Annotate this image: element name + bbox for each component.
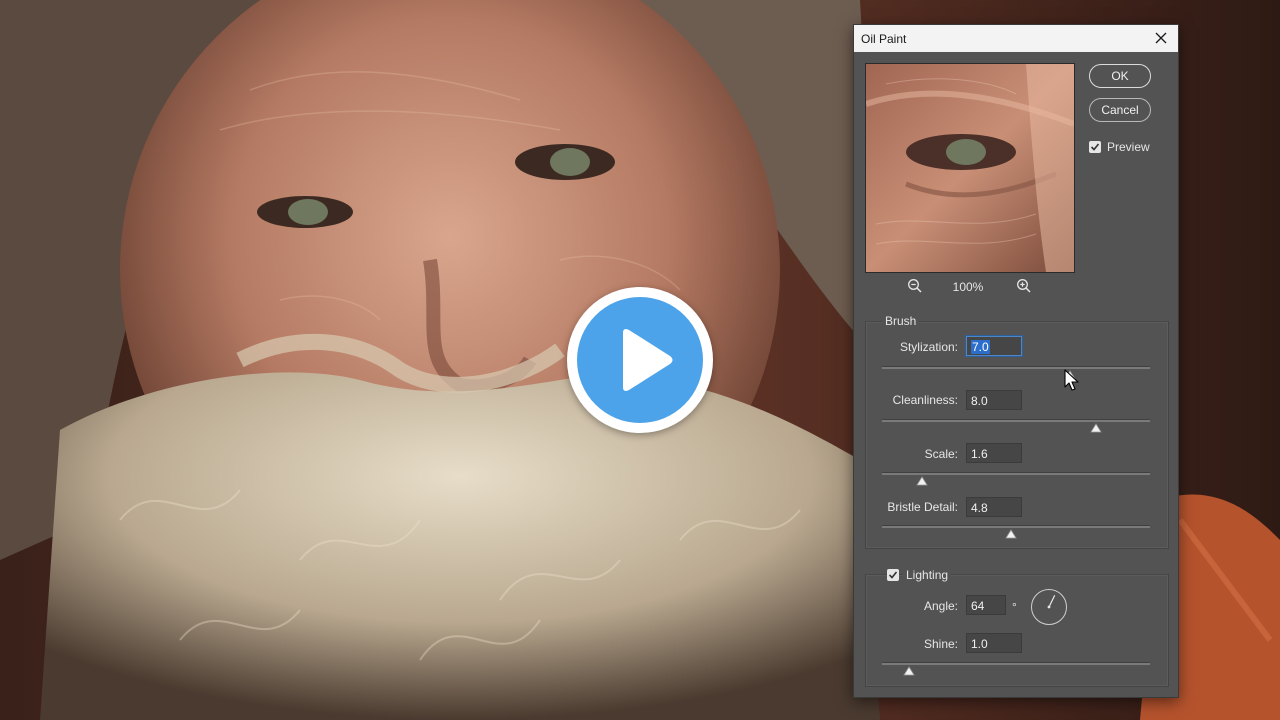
filter-preview-image[interactable]: [865, 63, 1075, 273]
bristle-detail-value: 4.8: [971, 501, 988, 515]
zoom-in-icon[interactable]: [1016, 278, 1032, 294]
video-play-button[interactable]: [567, 287, 713, 433]
bristle-detail-slider-thumb[interactable]: [1004, 529, 1017, 539]
cleanliness-slider-track[interactable]: [882, 419, 1150, 422]
angle-dial[interactable]: [1031, 589, 1067, 625]
dialog-title: Oil Paint: [861, 32, 907, 46]
ok-button[interactable]: OK: [1089, 64, 1151, 88]
angle-input[interactable]: 64: [966, 595, 1006, 615]
lighting-checkbox[interactable]: [887, 569, 899, 581]
bristle-detail-input[interactable]: 4.8: [966, 497, 1022, 517]
brush-group-title: Brush: [882, 314, 920, 328]
shine-slider-track[interactable]: [882, 662, 1150, 665]
checkmark-icon: [1090, 143, 1100, 151]
bristle-detail-label: Bristle Detail:: [887, 500, 958, 514]
angle-value: 64: [971, 599, 985, 613]
shine-slider-thumb[interactable]: [903, 666, 915, 676]
preview-checkbox[interactable]: [1089, 141, 1101, 153]
stylization-input[interactable]: 7.0: [966, 336, 1022, 356]
preview-eye-closeup: [866, 64, 1074, 272]
play-icon: [623, 329, 673, 391]
checkmark-icon: [888, 571, 898, 579]
stylization-slider-thumb[interactable]: [1063, 370, 1076, 380]
cleanliness-input[interactable]: 8.0: [966, 390, 1022, 410]
stylization-label: Stylization:: [899, 340, 958, 354]
preview-label: Preview: [1107, 140, 1150, 154]
angle-dial-needle: [1047, 595, 1056, 609]
scale-label: Scale:: [924, 447, 958, 461]
scale-value: 1.6: [971, 447, 988, 461]
close-icon: [1155, 32, 1167, 44]
cleanliness-slider-thumb[interactable]: [1090, 423, 1103, 433]
shine-input[interactable]: 1.0: [966, 633, 1022, 653]
stylization-slider-track[interactable]: [882, 366, 1150, 369]
dialog-titlebar[interactable]: Oil Paint: [854, 25, 1178, 52]
shine-label: Shine:: [923, 637, 958, 651]
degree-unit: °: [1012, 600, 1017, 614]
shine-value: 1.0: [971, 637, 988, 651]
angle-label: Angle:: [923, 599, 958, 613]
scale-slider-track[interactable]: [882, 472, 1150, 475]
scale-input[interactable]: 1.6: [966, 443, 1022, 463]
scale-slider-thumb[interactable]: [916, 476, 928, 486]
close-button[interactable]: [1144, 25, 1178, 52]
stylization-value: 7.0: [971, 340, 990, 354]
oil-paint-dialog: Oil Paint OK Cancel Preview 100% Brush S…: [853, 24, 1179, 698]
cleanliness-label: Cleanliness:: [892, 393, 958, 407]
zoom-level: 100%: [952, 280, 984, 294]
bristle-detail-slider-track[interactable]: [882, 525, 1150, 528]
cleanliness-value: 8.0: [971, 394, 988, 408]
zoom-out-icon[interactable]: [907, 278, 923, 294]
cancel-button[interactable]: Cancel: [1089, 98, 1151, 122]
lighting-group-title: Lighting: [903, 568, 952, 582]
